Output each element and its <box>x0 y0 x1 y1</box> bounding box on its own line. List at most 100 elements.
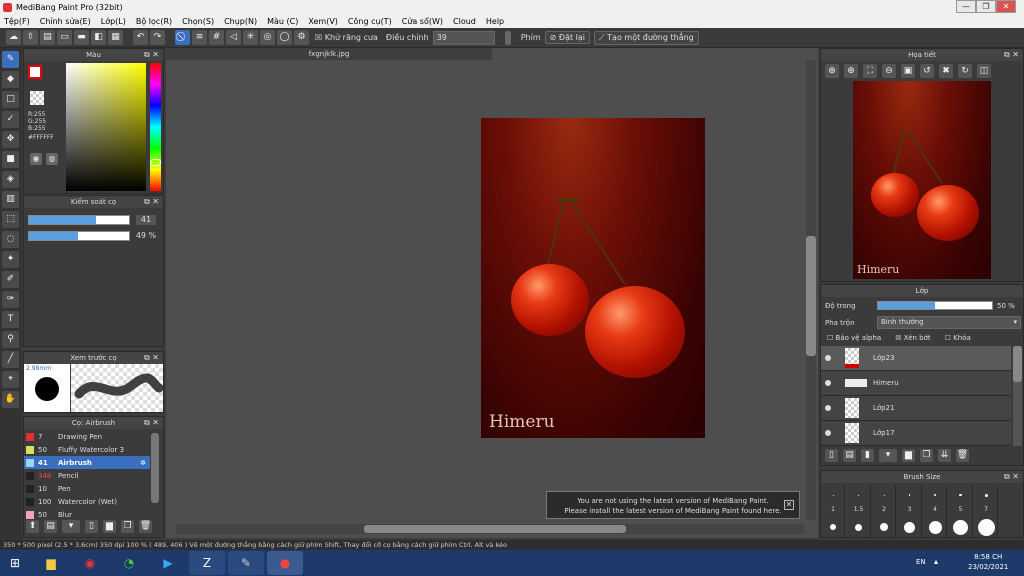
radial-snap-icon[interactable]: ✳ <box>243 30 258 45</box>
document-tab[interactable]: fxgnjklk.jpg <box>166 48 492 60</box>
layer-list-scrollbar[interactable] <box>1013 346 1022 446</box>
visibility-eye-icon[interactable] <box>825 355 831 361</box>
undo-icon[interactable]: ↶ <box>133 30 148 45</box>
brush-settings-icon[interactable]: ✲ <box>140 459 146 467</box>
select-eraser-tool-icon[interactable]: ✑ <box>2 291 19 308</box>
canvas-horizontal-scroll-thumb[interactable] <box>364 525 626 533</box>
rotate-right-icon[interactable]: ↻ <box>958 64 972 78</box>
brush-list-scrollbar[interactable] <box>151 433 159 503</box>
brush-item[interactable]: 7 Drawing Pen <box>24 430 150 443</box>
blend-mode-select[interactable]: Bình thường ▾ <box>877 316 1021 329</box>
create-line-button[interactable]: ⟋ Tạo một đường thẳng <box>594 30 699 45</box>
concentric-snap-icon[interactable]: ◎ <box>260 30 275 45</box>
panel-close-icon[interactable]: ⧉ ✕ <box>144 49 159 61</box>
move-tool-icon[interactable]: ✥ <box>2 131 19 148</box>
gradient-tool-icon[interactable]: ▥ <box>2 191 19 208</box>
new-file-icon[interactable]: ▤ <box>40 30 55 45</box>
panel-close-icon[interactable]: ⧉ ✕ <box>144 417 159 429</box>
menu-help[interactable]: Help <box>486 17 504 26</box>
fill-rect-tool-icon[interactable]: ■ <box>2 151 19 168</box>
select-pen-tool-icon[interactable]: ✐ <box>2 271 19 288</box>
maximize-button[interactable]: ❐ <box>976 0 996 13</box>
fit-icon[interactable]: ⛶ <box>863 64 877 78</box>
brush-delete-icon[interactable]: 🗑 <box>139 520 152 533</box>
visibility-eye-icon[interactable] <box>825 405 831 411</box>
artwork-canvas[interactable]: Himeru <box>481 118 705 438</box>
close-button[interactable]: ✕ <box>996 0 1016 13</box>
grid-snap-icon[interactable]: # <box>209 30 224 45</box>
antialias-checkbox[interactable]: ☒ <box>315 33 322 42</box>
notification-close-icon[interactable]: ✕ <box>784 500 794 510</box>
layer-row[interactable]: Lớp17 <box>821 421 1011 446</box>
zoom-in-2-icon[interactable]: ⊕ <box>844 64 858 78</box>
minimize-button[interactable]: — <box>956 0 976 13</box>
menu-window[interactable]: Cửa sổ(W) <box>402 17 443 26</box>
menu-file[interactable]: Tệp(F) <box>4 17 30 26</box>
foreground-color-swatch[interactable] <box>28 65 42 79</box>
menu-color[interactable]: Màu (C) <box>267 17 298 26</box>
menu-filter[interactable]: Bộ lọc(R) <box>136 17 172 26</box>
lock-checkbox[interactable]: ☐ Khóa <box>945 334 971 342</box>
eraser-tool-icon[interactable]: ◆ <box>2 71 19 88</box>
layer-row[interactable]: Himeru <box>821 371 1011 396</box>
hue-slider[interactable] <box>150 63 161 191</box>
add-brush-icon[interactable]: ⬆ <box>26 520 39 533</box>
file-explorer-icon[interactable]: ▆ <box>33 551 69 575</box>
flip-icon[interactable]: ◫ <box>977 64 991 78</box>
comment-icon[interactable]: ▭ <box>57 30 72 45</box>
merge-layer-icon[interactable]: ⇊ <box>938 449 951 462</box>
input-language[interactable]: EN <box>916 558 926 566</box>
redo-icon[interactable]: ↷ <box>150 30 165 45</box>
rotate-left-icon[interactable]: ↺ <box>920 64 934 78</box>
save-icon[interactable]: ▦ <box>108 30 123 45</box>
eyedropper-tool-icon[interactable]: ⌖ <box>2 371 19 388</box>
actual-size-icon[interactable]: ▣ <box>901 64 915 78</box>
dot-tool-icon[interactable]: □ <box>2 91 19 108</box>
layer-folder-icon[interactable]: ▆ <box>902 449 915 462</box>
start-button[interactable]: ⊞ <box>0 551 30 575</box>
text-tool-icon[interactable]: T <box>2 311 19 328</box>
settings-icon[interactable]: ⚙ <box>294 30 309 45</box>
clip-checkbox[interactable]: ☒ Xén bớt <box>895 334 930 342</box>
divide-tool-icon[interactable]: ╱ <box>2 351 19 368</box>
check-tool-icon[interactable]: ✓ <box>2 111 19 128</box>
delete-layer-icon[interactable]: 🗑 <box>956 449 969 462</box>
layer-opacity-slider[interactable] <box>877 301 993 310</box>
brush-item-selected[interactable]: 41 Airbrush ✲ <box>24 456 150 469</box>
visibility-eye-icon[interactable] <box>825 380 831 386</box>
zoom-icon[interactable]: ▶ <box>150 551 186 575</box>
menu-edit[interactable]: Chỉnh sửa(E) <box>40 17 91 26</box>
lasso-tool-icon[interactable]: ◌ <box>2 231 19 248</box>
color-history-icon[interactable]: ◍ <box>46 153 58 165</box>
parallel-snap-icon[interactable]: ≡ <box>192 30 207 45</box>
menu-select[interactable]: Chọn(S) <box>182 17 214 26</box>
duplicate-layer-icon[interactable]: ❐ <box>920 449 933 462</box>
zoom-in-icon[interactable]: ⊕ <box>825 64 839 78</box>
brush-item[interactable]: 50 Fluffy Watercolor 3 <box>24 443 150 456</box>
layer-add-dropdown-icon[interactable]: ▾ <box>879 449 897 462</box>
layer-row[interactable]: Lớp21 <box>821 396 1011 421</box>
protect-alpha-checkbox[interactable]: ☐ Bảo vệ alpha <box>827 334 881 342</box>
snap-off-icon[interactable]: ⃠ <box>175 30 190 45</box>
brush-item[interactable]: 348 Pencil <box>24 469 150 482</box>
brush-menu-icon[interactable]: ▤ <box>44 520 57 533</box>
brush-item[interactable]: 10 Pen <box>24 482 150 495</box>
update-notification[interactable]: You are not using the latest version of … <box>546 491 800 519</box>
reset-view-icon[interactable]: ✖ <box>939 64 953 78</box>
chat-icon[interactable]: ▬ <box>74 30 89 45</box>
brush-size-slider[interactable] <box>28 215 130 225</box>
menu-snap[interactable]: Chụp(N) <box>224 17 257 26</box>
tray-arrow-icon[interactable]: ▴ <box>934 557 938 566</box>
menu-cloud[interactable]: Cloud <box>453 17 476 26</box>
perspective-snap-icon[interactable]: ◁ <box>226 30 241 45</box>
bucket-tool-icon[interactable]: ◈ <box>2 171 19 188</box>
circle-snap-icon[interactable]: ◯ <box>277 30 292 45</box>
new-1bit-layer-icon[interactable]: ▮ <box>861 449 874 462</box>
panel-close-icon[interactable]: ⧉ ✕ <box>1004 49 1019 61</box>
select-tool-icon[interactable]: ⬚ <box>2 211 19 228</box>
operation-tool-icon[interactable]: ⚲ <box>2 331 19 348</box>
brush-folder-icon[interactable]: ▆ <box>103 520 116 533</box>
menu-layer[interactable]: Lớp(L) <box>101 17 126 26</box>
hand-tool-icon[interactable]: ✋ <box>2 391 19 408</box>
panel-close-icon[interactable]: ⧉ ✕ <box>144 352 159 364</box>
